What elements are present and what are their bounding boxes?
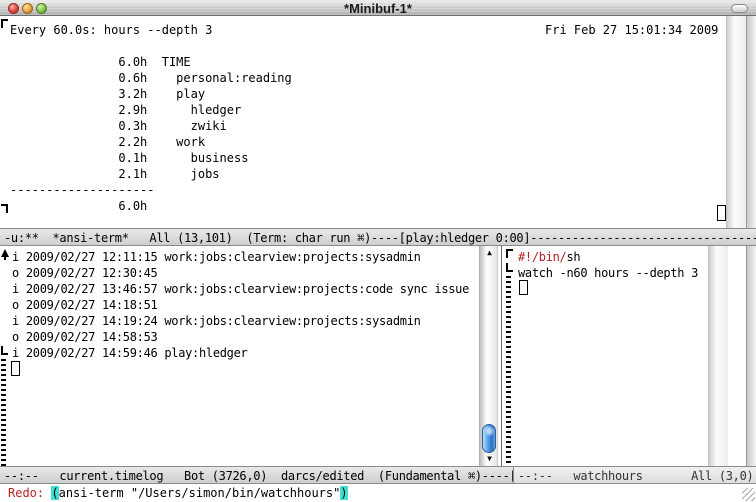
watch-timestamp: Fri Feb 27 15:01:34 2009: [545, 22, 718, 38]
script-text: #!/bin/sh watch -n60 hours --depth 3: [518, 249, 698, 281]
frame-right-edge: [746, 246, 756, 466]
timelog-window[interactable]: i 2009/02/27 12:11:15 work:jobs:clearvie…: [0, 246, 479, 466]
script-line2: watch -n60 hours --depth 3: [518, 266, 698, 280]
resize-grip-icon[interactable]: [742, 488, 755, 501]
title-bar[interactable]: *Minibuf-1*: [0, 0, 756, 16]
watch-header-line: Every 60.0s: hours --depth 3 Fri Feb 27 …: [10, 22, 730, 38]
modeline-ansi-term: -u:** *ansi-term* All (13,101) (Term: ch…: [0, 228, 756, 246]
frame-right-edge: [746, 16, 756, 228]
hours-report: 6.0h TIME 0.6h personal:reading 3.2h pla…: [10, 54, 292, 214]
watchhours-script-window[interactable]: #!/bin/sh watch -n60 hours --depth 3: [501, 246, 728, 466]
toolbar-pill-button[interactable]: [731, 4, 748, 13]
timelog-text: i 2009/02/27 12:11:15 work:jobs:clearvie…: [12, 249, 469, 361]
buffer-bottom-corner-icon: [506, 263, 513, 272]
bottom-split: i 2009/02/27 12:11:15 work:jobs:clearvie…: [0, 246, 756, 466]
modeline-watchhours: --:-- watchhours All (3,0): [513, 466, 756, 484]
terminal-scrollbar-track[interactable]: [726, 16, 746, 228]
scroll-up-arrow-icon[interactable]: ▲: [480, 247, 499, 259]
script-scrollbar-track[interactable]: [708, 246, 728, 466]
shebang-interpreter: sh: [566, 250, 580, 264]
minibuffer-command: ansi-term "/Users/simon/bin/watchhours": [59, 486, 341, 500]
buffer-bottom-corner-icon: [1, 346, 8, 355]
terminal-cursor: [717, 205, 726, 221]
timelog-scrollbar[interactable]: ▲ ▼: [479, 246, 498, 466]
minibuffer[interactable]: Redo: (ansi-term "/Users/simon/bin/watch…: [0, 484, 756, 502]
buffer-bottom-corner-icon: [1, 204, 8, 213]
script-cursor: [519, 280, 528, 295]
minibuffer-prompt: Redo:: [8, 486, 51, 500]
emacs-frame: *Minibuf-1* Every 60.0s: hours --depth 3…: [0, 0, 756, 502]
open-paren-highlight: (: [51, 486, 58, 500]
modeline-timelog: --:-- current.timelog Bot (3726,0) darcs…: [0, 466, 513, 484]
timelog-cursor: [11, 361, 20, 376]
ansi-term-window[interactable]: Every 60.0s: hours --depth 3 Fri Feb 27 …: [0, 16, 756, 228]
buffer-top-corner-icon: [1, 19, 8, 28]
buffer-continues-above-stem-icon: [4, 256, 6, 260]
watch-command: Every 60.0s: hours --depth 3: [10, 23, 212, 37]
close-paren-highlight: ): [340, 486, 347, 500]
buffer-top-corner-icon: [506, 249, 513, 258]
empty-lines-fringe-icon: [506, 276, 511, 466]
shebang-prefix: #!/bin/: [518, 250, 566, 264]
window-title: *Minibuf-1*: [0, 1, 756, 17]
scroll-down-arrow-icon[interactable]: ▼: [480, 453, 499, 465]
scrollbar-thumb[interactable]: [482, 424, 496, 453]
empty-lines-fringe-icon: [1, 359, 6, 466]
